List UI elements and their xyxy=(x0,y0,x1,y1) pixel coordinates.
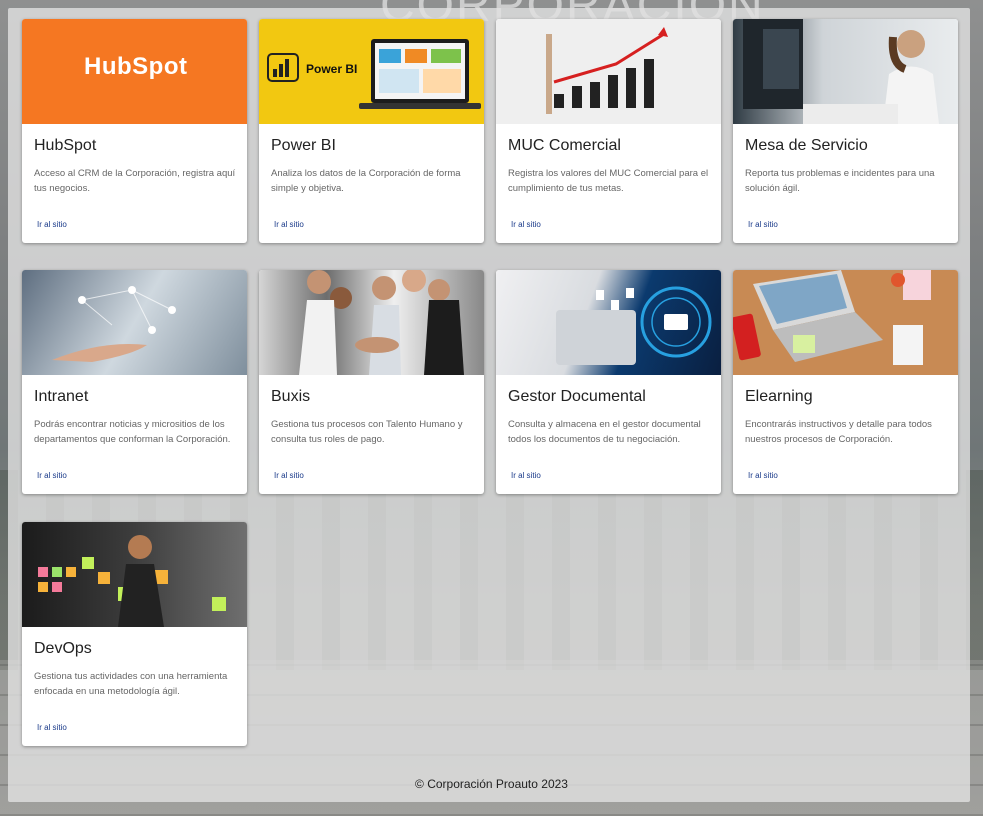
card-description: Encontrarás instructivos y detalle para … xyxy=(745,419,932,445)
card-description: Gestiona tus procesos con Talento Humano… xyxy=(271,419,463,445)
card-power-bi: Power BI Power BI Analiza los datos de l… xyxy=(259,19,484,243)
elearning-thumbnail xyxy=(733,270,958,375)
card-mesa-de-servicio: Mesa de Servicio Reporta tus problemas e… xyxy=(733,19,958,243)
card-intranet: Intranet Podrás encontrar noticias y mic… xyxy=(22,270,247,494)
muc-comercial-thumbnail xyxy=(496,19,721,124)
devops-thumbnail xyxy=(22,522,247,627)
mesa-de-servicio-thumbnail xyxy=(733,19,958,124)
go-to-site-link[interactable]: Ir al sitio xyxy=(511,220,541,229)
card-gestor-documental: Gestor Documental Consulta y almacena en… xyxy=(496,270,721,494)
sticky-notes-icon xyxy=(38,535,226,627)
document-folder-icon xyxy=(556,286,712,365)
card-title: HubSpot xyxy=(34,137,97,154)
card-description: Podrás encontrar noticias y micrositios … xyxy=(34,419,231,445)
footer-copyright: © Corporación Proauto 2023 xyxy=(415,777,568,791)
card-devops: DevOps Gestiona tus actividades con una … xyxy=(22,522,247,746)
card-description: Reporta tus problemas e incidentes para … xyxy=(745,168,935,194)
gestor-documental-thumbnail xyxy=(496,270,721,375)
card-description: Registra los valores del MUC Comercial p… xyxy=(508,168,709,194)
go-to-site-link[interactable]: Ir al sitio xyxy=(748,471,778,480)
go-to-site-link[interactable]: Ir al sitio xyxy=(37,220,67,229)
buxis-thumbnail xyxy=(259,270,484,375)
card-title: Gestor Documental xyxy=(508,388,646,405)
team-hands-icon xyxy=(299,270,464,375)
card-description: Gestiona tus actividades con una herrami… xyxy=(34,671,228,697)
hubspot-thumbnail: HubSpot xyxy=(22,19,247,124)
card-title: Intranet xyxy=(34,388,89,405)
card-title: DevOps xyxy=(34,640,92,657)
card-description: Acceso al CRM de la Corporación, registr… xyxy=(34,168,236,194)
network-hand-icon xyxy=(52,286,176,362)
card-elearning: Elearning Encontrarás instructivos y det… xyxy=(733,270,958,494)
power-bi-thumbnail: Power BI xyxy=(259,19,484,124)
go-to-site-link[interactable]: Ir al sitio xyxy=(37,723,67,732)
card-title: MUC Comercial xyxy=(508,137,621,154)
card-muc-comercial: MUC Comercial Registra los valores del M… xyxy=(496,19,721,243)
card-title: Power BI xyxy=(271,137,336,154)
card-title: Elearning xyxy=(745,388,813,405)
hubspot-logo: HubSpot xyxy=(84,53,188,80)
power-bi-logo-text: Power BI xyxy=(306,62,358,76)
go-to-site-link[interactable]: Ir al sitio xyxy=(748,220,778,229)
card-description: Analiza los datos de la Corporación de f… xyxy=(271,168,461,194)
card-title: Buxis xyxy=(271,388,311,405)
card-description: Consulta y almacena en el gestor documen… xyxy=(508,419,701,445)
go-to-site-link[interactable]: Ir al sitio xyxy=(274,220,304,229)
call-center-agent-icon xyxy=(743,19,939,124)
go-to-site-link[interactable]: Ir al sitio xyxy=(511,471,541,480)
go-to-site-link[interactable]: Ir al sitio xyxy=(274,471,304,480)
growth-chart-icon xyxy=(546,27,668,114)
laptop-desk-icon xyxy=(733,270,931,365)
card-title: Mesa de Servicio xyxy=(745,137,868,154)
power-bi-logo-icon xyxy=(267,39,481,109)
card-hubspot: HubSpot HubSpot Acceso al CRM de la Corp… xyxy=(22,19,247,243)
intranet-thumbnail xyxy=(22,270,247,375)
go-to-site-link[interactable]: Ir al sitio xyxy=(37,471,67,480)
card-buxis: Buxis Gestiona tus procesos con Talento … xyxy=(259,270,484,494)
